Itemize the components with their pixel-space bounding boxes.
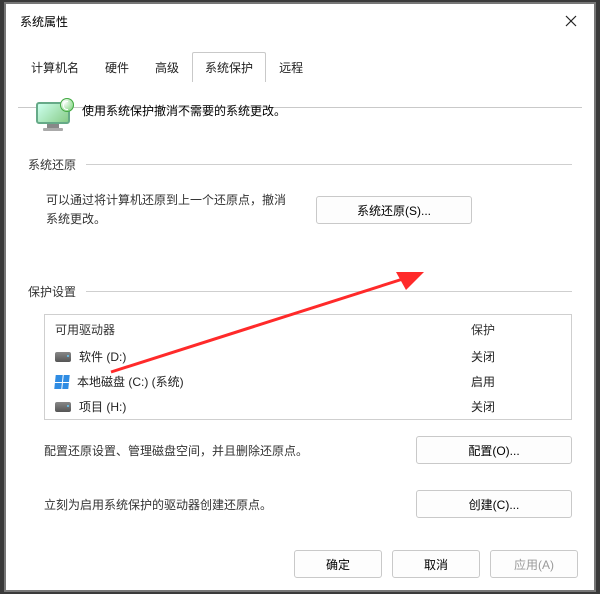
col-drive: 可用驱动器: [55, 321, 471, 338]
window-title: 系统属性: [20, 13, 68, 30]
drive-row[interactable]: 软件 (D:) 关闭: [45, 344, 571, 369]
system-restore-button[interactable]: 系统还原(S)...: [316, 196, 472, 224]
close-button[interactable]: [548, 6, 594, 36]
apply-button[interactable]: 应用(A): [490, 550, 578, 578]
windows-icon: [54, 375, 69, 389]
drive-status: 关闭: [471, 348, 561, 365]
create-text: 立刻为启用系统保护的驱动器创建还原点。: [44, 496, 272, 513]
system-protection-icon: [36, 102, 70, 130]
ok-button[interactable]: 确定: [294, 550, 382, 578]
restore-row: 可以通过将计算机还原到上一个还原点，撤消系统更改。 系统还原(S)...: [46, 191, 572, 229]
dialog-footer: 确定 取消 应用(A): [6, 538, 594, 590]
drive-name: 本地磁盘 (C:) (系统): [77, 373, 184, 390]
group-title-restore: 系统还原: [28, 156, 76, 173]
tab-computer-name[interactable]: 计算机名: [18, 52, 92, 82]
tab-system-protection[interactable]: 系统保护: [192, 52, 266, 82]
drive-row[interactable]: 项目 (H:) 关闭: [45, 394, 571, 419]
divider: [86, 164, 572, 165]
restore-description: 可以通过将计算机还原到上一个还原点，撤消系统更改。: [46, 191, 296, 229]
titlebar: 系统属性: [6, 4, 594, 38]
intro-row: 使用系统保护撤消不需要的系统更改。: [36, 102, 572, 130]
drive-status: 启用: [471, 373, 561, 390]
divider: [86, 291, 572, 292]
intro-text: 使用系统保护撤消不需要的系统更改。: [82, 102, 286, 119]
tab-remote[interactable]: 远程: [266, 52, 316, 82]
drive-status: 关闭: [471, 398, 561, 415]
drive-list: 可用驱动器 保护 软件 (D:) 关闭 本地磁盘 (C:) (系统) 启用 项目…: [44, 314, 572, 420]
group-protect-settings: 保护设置: [28, 283, 572, 300]
tab-hardware[interactable]: 硬件: [92, 52, 142, 82]
configure-row: 配置还原设置、管理磁盘空间，并且删除还原点。 配置(O)...: [44, 436, 572, 464]
drive-name: 项目 (H:): [79, 398, 126, 415]
system-properties-window: 系统属性 计算机名 硬件 高级 系统保护 远程 使用系统保护撤消不需要的系统更改…: [6, 4, 594, 590]
drive-list-header: 可用驱动器 保护: [45, 315, 571, 344]
tab-strip: 计算机名 硬件 高级 系统保护 远程: [6, 38, 594, 82]
hdd-icon: [55, 402, 71, 412]
create-row: 立刻为启用系统保护的驱动器创建还原点。 创建(C)...: [44, 490, 572, 518]
create-button[interactable]: 创建(C)...: [416, 490, 572, 518]
group-title-protect: 保护设置: [28, 283, 76, 300]
close-icon: [565, 15, 577, 27]
hdd-icon: [55, 352, 71, 362]
configure-button[interactable]: 配置(O)...: [416, 436, 572, 464]
tab-advanced[interactable]: 高级: [142, 52, 192, 82]
drive-row[interactable]: 本地磁盘 (C:) (系统) 启用: [45, 369, 571, 394]
drive-name: 软件 (D:): [79, 348, 126, 365]
configure-text: 配置还原设置、管理磁盘空间，并且删除还原点。: [44, 442, 308, 459]
group-system-restore: 系统还原: [28, 156, 572, 173]
col-status: 保护: [471, 321, 561, 338]
tab-content: 使用系统保护撤消不需要的系统更改。 系统还原 可以通过将计算机还原到上一个还原点…: [6, 82, 594, 538]
cancel-button[interactable]: 取消: [392, 550, 480, 578]
